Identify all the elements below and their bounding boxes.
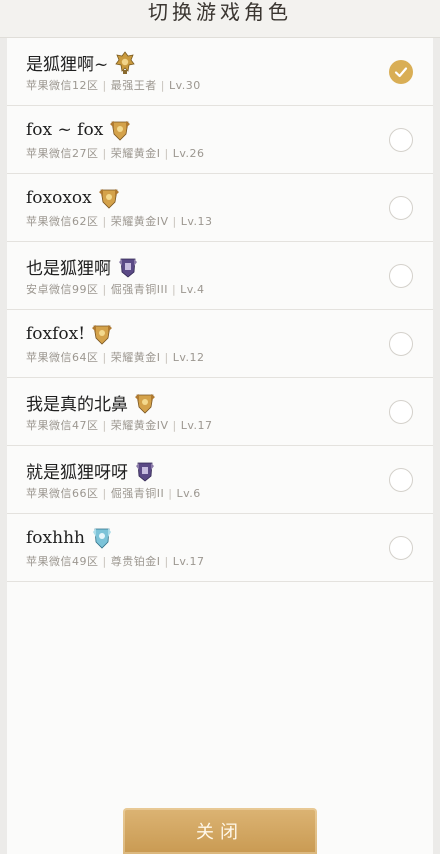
role-level: Lv.30 (168, 79, 201, 92)
role-server: 苹果微信27区 (26, 147, 99, 160)
bronze-rank-icon (134, 459, 156, 483)
radio-unselected[interactable] (389, 332, 413, 356)
radio-selected[interactable] (389, 60, 413, 84)
role-level: Lv.26 (172, 147, 205, 160)
radio-unselected[interactable] (389, 400, 413, 424)
checkmark-icon (394, 65, 408, 79)
role-row[interactable]: 我是真的北鼻 苹果微信47区 | 荣耀黄金IV | Lv.17 (7, 378, 433, 446)
header: 切换游戏角色 (0, 0, 440, 38)
separator: | (164, 351, 169, 364)
role-rank: 倔强青铜II (110, 487, 165, 500)
separator: | (171, 283, 177, 296)
role-details: 苹果微信12区 | 最强王者 | Lv.30 (26, 77, 201, 93)
role-name: foxoxox (26, 188, 92, 208)
role-level: Lv.17 (172, 555, 205, 568)
role-rank: 荣耀黄金IV (110, 215, 169, 228)
role-details: 苹果微信27区 | 荣耀黄金I | Lv.26 (26, 145, 204, 161)
role-name: foxhhh (26, 528, 85, 548)
separator: | (102, 555, 107, 568)
separator: | (102, 79, 107, 92)
gold-rank-icon (134, 391, 156, 415)
role-name-line: fox ~ fox (26, 118, 131, 142)
radio-unselected[interactable] (389, 128, 413, 152)
role-level: Lv.12 (172, 351, 205, 364)
separator: | (168, 487, 173, 500)
separator: | (102, 487, 107, 500)
role-server: 苹果微信62区 (26, 215, 99, 228)
separator: | (102, 147, 107, 160)
role-name-line: foxhhh (26, 526, 113, 550)
separator: | (164, 147, 169, 160)
role-name-line: 也是狐狸啊 (26, 254, 139, 279)
role-details: 苹果微信49区 | 尊贵铂金I | Lv.17 (26, 553, 204, 569)
role-name: 也是狐狸啊 (26, 259, 111, 279)
role-level: Lv.17 (180, 419, 213, 432)
role-rank: 倔强青铜III (110, 283, 168, 296)
separator: | (102, 419, 107, 432)
role-level: Lv.4 (180, 283, 205, 296)
role-name: 是狐狸啊~ (26, 55, 109, 75)
role-name: 就是狐狸呀呀 (26, 463, 128, 483)
platinum-rank-icon (91, 526, 113, 550)
radio-unselected[interactable] (389, 468, 413, 492)
role-details: 苹果微信64区 | 荣耀黄金I | Lv.12 (26, 349, 204, 365)
separator: | (102, 283, 107, 296)
role-row[interactable]: foxoxox 苹果微信62区 | 荣耀黄金IV | Lv.13 (7, 174, 433, 242)
role-name: foxfox! (26, 324, 86, 344)
separator: | (172, 419, 177, 432)
role-server: 苹果微信12区 (26, 79, 99, 92)
separator: | (102, 351, 107, 364)
role-details: 苹果微信62区 | 荣耀黄金IV | Lv.13 (26, 213, 213, 229)
radio-unselected[interactable] (389, 264, 413, 288)
role-rank: 尊贵铂金I (110, 555, 161, 568)
gold-rank-icon (109, 118, 131, 142)
close-button-label: 关闭 (196, 822, 244, 843)
role-name-line: foxoxox (26, 186, 120, 210)
role-name-line: 我是真的北鼻 (26, 390, 156, 415)
role-list: 是狐狸啊~ 苹果微信12区 | 最强王者 | Lv.30 fox ~ fox 苹果微信27区 |… (7, 38, 433, 582)
role-details: 安卓微信99区 | 倔强青铜III | Lv.4 (26, 281, 204, 297)
role-row[interactable]: 也是狐狸啊 安卓微信99区 | 倔强青铜III | Lv.4 (7, 242, 433, 310)
role-details: 苹果微信47区 | 荣耀黄金IV | Lv.17 (26, 417, 213, 433)
role-row[interactable]: 是狐狸啊~ 苹果微信12区 | 最强王者 | Lv.30 (7, 38, 433, 106)
role-name-line: 是狐狸啊~ (26, 50, 136, 75)
role-server: 苹果微信66区 (26, 487, 99, 500)
role-rank: 荣耀黄金I (110, 147, 161, 160)
role-row[interactable]: foxfox! 苹果微信64区 | 荣耀黄金I | Lv.12 (7, 310, 433, 378)
role-rank: 最强王者 (110, 79, 157, 92)
role-rank: 荣耀黄金IV (110, 419, 169, 432)
role-details: 苹果微信66区 | 倔强青铜II | Lv.6 (26, 485, 201, 501)
role-server: 苹果微信49区 (26, 555, 99, 568)
role-rank: 荣耀黄金I (110, 351, 161, 364)
king-rank-icon (114, 50, 136, 75)
separator: | (160, 79, 165, 92)
role-row[interactable]: fox ~ fox 苹果微信27区 | 荣耀黄金I | Lv.26 (7, 106, 433, 174)
close-button[interactable]: 关闭 (123, 808, 317, 854)
role-name-line: 就是狐狸呀呀 (26, 458, 156, 483)
bronze-rank-icon (117, 255, 139, 279)
role-server: 安卓微信99区 (26, 283, 99, 296)
role-name: fox ~ fox (26, 120, 104, 140)
role-row[interactable]: foxhhh 苹果微信49区 | 尊贵铂金I | Lv.17 (7, 514, 433, 582)
radio-unselected[interactable] (389, 536, 413, 560)
role-name: 我是真的北鼻 (26, 395, 128, 415)
separator: | (164, 555, 169, 568)
role-server: 苹果微信47区 (26, 419, 99, 432)
role-level: Lv.13 (180, 215, 213, 228)
gold-rank-icon (98, 186, 120, 210)
page-title: 切换游戏角色 (148, 0, 292, 24)
role-row[interactable]: 就是狐狸呀呀 苹果微信66区 | 倔强青铜II | Lv.6 (7, 446, 433, 514)
role-server: 苹果微信64区 (26, 351, 99, 364)
radio-unselected[interactable] (389, 196, 413, 220)
gold-rank-icon (91, 322, 113, 346)
separator: | (172, 215, 177, 228)
role-level: Lv.6 (176, 487, 201, 500)
separator: | (102, 215, 107, 228)
role-name-line: foxfox! (26, 322, 113, 346)
